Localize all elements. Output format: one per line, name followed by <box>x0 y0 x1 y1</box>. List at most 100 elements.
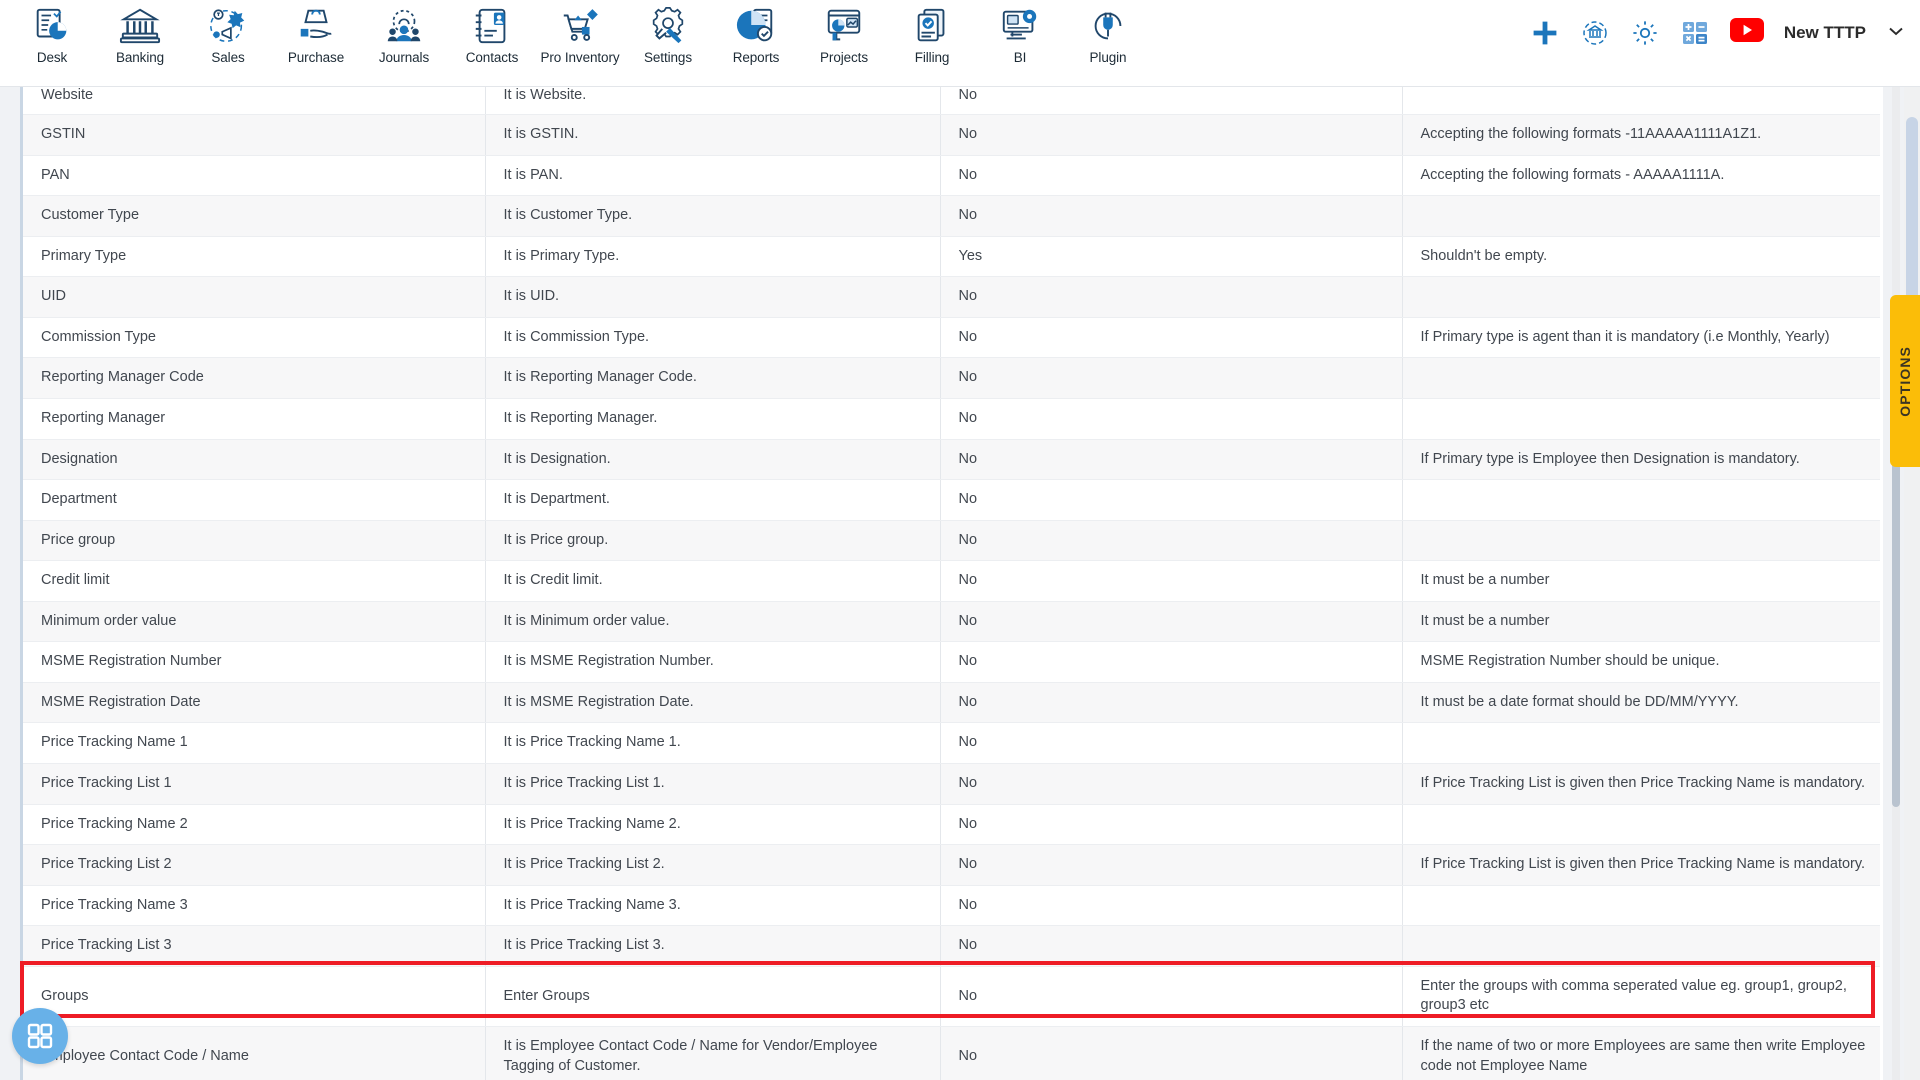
gear-icon[interactable] <box>1630 18 1660 48</box>
remarks-cell: Enter the groups with comma seperated va… <box>1402 966 1880 1027</box>
field-cell: Commission Type <box>23 317 486 359</box>
mandatory-cell: No <box>940 155 1403 197</box>
remarks-cell: Accepting the following formats - AAAAA1… <box>1402 155 1880 197</box>
top-navigation-bar: Desk Banking Sales Purchase Journals Contacts… <box>0 0 1920 87</box>
content-scroll-area[interactable]: Website It is Website. No GSTIN It is GSTIN.… <box>0 87 1920 1080</box>
table-row[interactable]: Designation It is Designation. No If Primar… <box>23 439 1880 481</box>
nav-item-label: Sales <box>211 50 245 65</box>
field-cell: Price Tracking Name 2 <box>23 804 486 846</box>
table-row[interactable]: UID It is UID. No <box>23 276 1880 318</box>
nav-item-label: Projects <box>820 50 868 65</box>
mandatory-cell: No <box>940 195 1403 237</box>
table-row[interactable]: PAN It is PAN. No Accepting the following f… <box>23 155 1880 197</box>
mandatory-cell: No <box>940 682 1403 724</box>
nav-item-reports[interactable]: Reports <box>712 0 800 65</box>
table-row[interactable]: Commission Type It is Commission Type. No I… <box>23 317 1880 359</box>
nav-item-bi[interactable]: BI <box>976 0 1064 65</box>
mandatory-cell: No <box>940 1026 1403 1080</box>
import-fields-table-container: Website It is Website. No GSTIN It is GSTIN.… <box>20 87 1883 1080</box>
remarks-cell <box>1402 479 1880 521</box>
mandatory-cell: No <box>940 317 1403 359</box>
remarks-cell: It must be a number <box>1402 560 1880 602</box>
table-row[interactable]: Department It is Department. No <box>23 479 1880 521</box>
description-cell: It is Reporting Manager Code. <box>485 357 941 399</box>
mandatory-cell: No <box>940 479 1403 521</box>
chevron-down-icon[interactable] <box>1886 21 1906 46</box>
purchase-icon <box>295 5 337 47</box>
table-row[interactable]: Minimum order value It is Minimum order v… <box>23 601 1880 643</box>
options-side-tab[interactable]: OPTIONS <box>1890 295 1920 467</box>
table-row[interactable]: GSTIN It is GSTIN. No Accepting the followi… <box>23 114 1880 156</box>
nav-item-journals[interactable]: Journals <box>360 0 448 65</box>
youtube-icon[interactable] <box>1729 18 1764 48</box>
table-row[interactable]: Price Tracking Name 2 It is Price Trackin… <box>23 804 1880 846</box>
nav-item-banking[interactable]: Banking <box>96 0 184 65</box>
table-row[interactable]: Website It is Website. No <box>23 87 1880 115</box>
table-row[interactable]: Groups Enter Groups No Enter the groups wit… <box>23 966 1880 1027</box>
field-cell: Customer Type <box>23 195 486 237</box>
filling-icon <box>911 5 953 47</box>
nav-item-pro-inventory[interactable]: Pro Inventory <box>536 0 624 65</box>
table-row[interactable]: Price Tracking List 1 It is Price Trackin… <box>23 763 1880 805</box>
remarks-cell: If Price Tracking List is given then Pri… <box>1402 844 1880 886</box>
table-row[interactable]: Price Tracking List 3 It is Price Trackin… <box>23 925 1880 967</box>
table-row[interactable]: Price group It is Price group. No <box>23 520 1880 562</box>
calculator-icon[interactable] <box>1680 18 1710 48</box>
description-cell: It is Reporting Manager. <box>485 398 941 440</box>
mandatory-cell: No <box>940 560 1403 602</box>
description-cell: It is Website. <box>485 87 941 115</box>
table-row[interactable]: Reporting Manager It is Reporting Manager… <box>23 398 1880 440</box>
nav-item-contacts[interactable]: Contacts <box>448 0 536 65</box>
remarks-cell: It must be a date format should be DD/MM… <box>1402 682 1880 724</box>
field-cell: Price group <box>23 520 486 562</box>
nav-item-label: Plugin <box>1089 50 1127 65</box>
bank-sync-icon[interactable] <box>1580 18 1610 48</box>
add-icon[interactable] <box>1530 18 1560 48</box>
field-cell: Price Tracking Name 3 <box>23 885 486 927</box>
nav-item-filling[interactable]: Filling <box>888 0 976 65</box>
company-selector-label[interactable]: New TTTP <box>1784 23 1866 43</box>
field-cell: PAN <box>23 155 486 197</box>
mandatory-cell: No <box>940 925 1403 967</box>
table-row[interactable]: Customer Type It is Customer Type. No <box>23 195 1880 237</box>
field-cell: Price Tracking List 3 <box>23 925 486 967</box>
remarks-cell <box>1402 722 1880 764</box>
apps-grid-fab-button[interactable] <box>12 1008 68 1064</box>
description-cell: It is Department. <box>485 479 941 521</box>
remarks-cell: Accepting the following formats -11AAAAA… <box>1402 114 1880 156</box>
table-row[interactable]: Price Tracking List 2 It is Price Trackin… <box>23 844 1880 886</box>
nav-item-desk[interactable]: Desk <box>8 0 96 65</box>
table-row[interactable]: Credit limit It is Credit limit. No It must… <box>23 560 1880 602</box>
field-cell: UID <box>23 276 486 318</box>
description-cell: It is Price Tracking Name 3. <box>485 885 941 927</box>
description-cell: It is Employee Contact Code / Name for V… <box>485 1026 941 1080</box>
mandatory-cell: No <box>940 398 1403 440</box>
field-cell: Price Tracking Name 1 <box>23 722 486 764</box>
nav-item-settings[interactable]: Settings <box>624 0 712 65</box>
remarks-cell: If the name of two or more Employees are… <box>1402 1026 1880 1080</box>
field-cell: GSTIN <box>23 114 486 156</box>
nav-item-plugin[interactable]: Plugin <box>1064 0 1152 65</box>
table-row[interactable]: Price Tracking Name 1 It is Price Trackin… <box>23 722 1880 764</box>
table-row[interactable]: Price Tracking Name 3 It is Price Trackin… <box>23 885 1880 927</box>
description-cell: It is MSME Registration Number. <box>485 641 941 683</box>
table-row[interactable]: Reporting Manager Code It is Reporting Ma… <box>23 357 1880 399</box>
remarks-cell <box>1402 357 1880 399</box>
table-row[interactable]: MSME Registration Date It is MSME Registr… <box>23 682 1880 724</box>
mandatory-cell: No <box>940 276 1403 318</box>
field-cell: Price Tracking List 2 <box>23 844 486 886</box>
sales-icon <box>207 5 249 47</box>
table-row[interactable]: Employee Contact Code / Name It is Employ… <box>23 1026 1880 1080</box>
description-cell: It is Minimum order value. <box>485 601 941 643</box>
table-row[interactable]: Primary Type It is Primary Type. Yes Should… <box>23 236 1880 278</box>
mandatory-cell: No <box>940 763 1403 805</box>
inventory-icon <box>559 5 601 47</box>
nav-item-sales[interactable]: Sales <box>184 0 272 65</box>
table-row[interactable]: MSME Registration Number It is MSME Regis… <box>23 641 1880 683</box>
field-cell: Department <box>23 479 486 521</box>
nav-item-projects[interactable]: Projects <box>800 0 888 65</box>
remarks-cell <box>1402 925 1880 967</box>
nav-item-purchase[interactable]: Purchase <box>272 0 360 65</box>
description-cell: It is PAN. <box>485 155 941 197</box>
remarks-cell: If Primary type is agent than it is mand… <box>1402 317 1880 359</box>
